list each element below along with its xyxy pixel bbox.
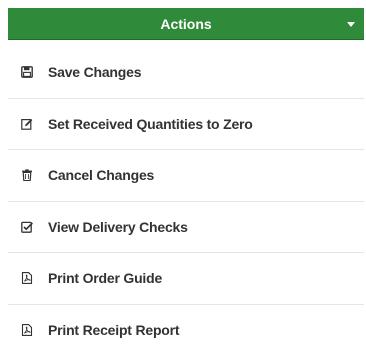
- pdf-icon: [21, 272, 33, 284]
- actions-list: Save Changes Set Received Quantities to …: [8, 47, 364, 356]
- edit-icon: [21, 118, 33, 130]
- print-receipt-report-label: Print Receipt Report: [48, 322, 179, 338]
- set-received-quantities-label: Set Received Quantities to Zero: [48, 116, 253, 132]
- view-delivery-checks-item[interactable]: View Delivery Checks: [8, 202, 364, 254]
- pdf-icon: [21, 324, 33, 336]
- save-changes-label: Save Changes: [48, 64, 141, 80]
- checkbox-icon: [21, 221, 33, 233]
- set-received-quantities-zero-item[interactable]: Set Received Quantities to Zero: [8, 99, 364, 151]
- cancel-changes-item[interactable]: Cancel Changes: [8, 150, 364, 202]
- print-order-guide-label: Print Order Guide: [48, 270, 162, 286]
- view-delivery-checks-label: View Delivery Checks: [48, 219, 188, 235]
- print-order-guide-item[interactable]: Print Order Guide: [8, 253, 364, 305]
- cancel-changes-label: Cancel Changes: [48, 167, 154, 183]
- actions-title: Actions: [8, 8, 364, 40]
- trash-icon: [21, 169, 33, 181]
- actions-menu: Actions Save Changes Set Received Quanti…: [0, 0, 366, 339]
- caret-down-icon: [347, 22, 355, 27]
- actions-dropdown-header[interactable]: Actions: [8, 8, 364, 40]
- floppy-disk-icon: [21, 66, 33, 78]
- save-changes-item[interactable]: Save Changes: [8, 47, 364, 99]
- print-receipt-report-item[interactable]: Print Receipt Report: [8, 305, 364, 356]
